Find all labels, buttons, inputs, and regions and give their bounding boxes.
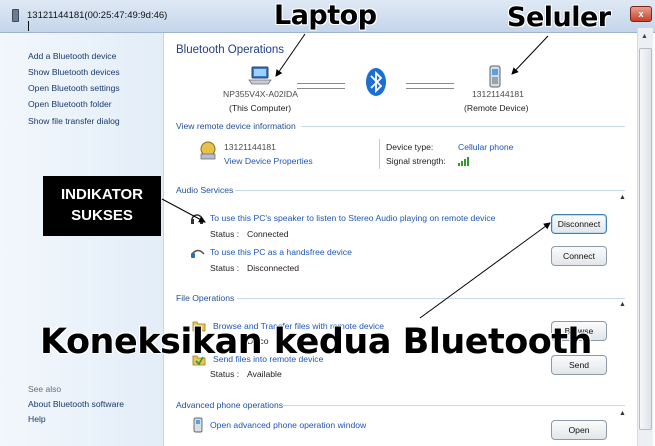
computer-role: (This Computer): [229, 103, 292, 113]
connect-button[interactable]: Connect: [551, 246, 607, 266]
group-divider: [283, 405, 625, 406]
group-divider: [237, 298, 625, 299]
device-type-value: Cellular phone: [458, 142, 514, 152]
main-panel: Bluetooth Operations NP355V4X-A02IDA (Th…: [165, 33, 635, 446]
connection-line-left: [297, 83, 345, 89]
sidebar-item-folder[interactable]: Open Bluetooth folder: [28, 99, 112, 109]
stereo-status-value: Connected: [247, 229, 289, 239]
stereo-status-label: Status :: [210, 229, 240, 239]
remote-role: (Remote Device): [464, 103, 529, 113]
connect-caption: Koneksikan kedua Bluetooth: [40, 322, 592, 362]
scroll-thumb[interactable]: [639, 48, 652, 430]
signal-strength-icon: [458, 157, 469, 166]
open-phone-operations-link[interactable]: Open advanced phone operation window: [210, 420, 366, 430]
handsfree-status-value: Disconnected: [247, 263, 300, 273]
cellphone-icon: [489, 65, 501, 88]
stereo-audio-link[interactable]: To use this PC's speaker to listen to St…: [210, 213, 495, 223]
remote-info-group-title: View remote device information: [176, 121, 296, 131]
sidebar: Add a Bluetooth device Show Bluetooth de…: [0, 33, 164, 446]
page-title: Bluetooth Operations: [176, 44, 285, 56]
sidebar-item-about[interactable]: About Bluetooth software: [28, 399, 124, 409]
file-operations-group-title: File Operations: [176, 293, 235, 303]
open-button[interactable]: Open: [551, 420, 607, 440]
sidebar-item-add-device[interactable]: Add a Bluetooth device: [28, 51, 116, 61]
view-device-properties-link[interactable]: View Device Properties: [224, 156, 313, 166]
computer-name: NP355V4X-A02IDA: [223, 89, 298, 99]
success-indicator-badge: INDIKATOR SUKSES: [43, 176, 161, 236]
text-cursor: [28, 21, 29, 31]
audio-services-group-title: Audio Services: [176, 185, 234, 195]
sidebar-item-settings[interactable]: Open Bluetooth settings: [28, 83, 120, 93]
badge-line-2: SUKSES: [71, 207, 133, 224]
phone-operations-group-title: Advanced phone operations: [176, 400, 284, 410]
headphones-icon: [191, 214, 203, 224]
send-status-value: Available: [247, 369, 282, 379]
phone-icon: [12, 9, 19, 22]
close-button[interactable]: x: [630, 6, 652, 22]
device-name: 13121144181: [224, 142, 276, 152]
window-title: 13121144181(00:25:47:49:9d:46): [27, 10, 168, 21]
collapse-chevron-icon[interactable]: ▲: [619, 194, 626, 201]
see-also-title: See also: [28, 384, 62, 394]
send-status-label: Status :: [210, 369, 240, 379]
badge-line-1: INDIKATOR: [61, 186, 143, 203]
group-divider: [301, 126, 625, 127]
sidebar-item-help[interactable]: Help: [28, 414, 46, 424]
sidebar-item-file-transfer[interactable]: Show file transfer dialog: [28, 116, 120, 126]
collapse-chevron-icon[interactable]: ▲: [619, 410, 626, 417]
cellular-annotation: Seluler: [507, 2, 611, 33]
laptop-annotation: Laptop: [274, 0, 377, 31]
collapse-chevron-icon[interactable]: ▲: [619, 301, 626, 308]
sidebar-item-show-devices[interactable]: Show Bluetooth devices: [28, 67, 120, 77]
connection-line-right: [406, 83, 454, 89]
signal-strength-label: Signal strength:: [386, 156, 446, 166]
group-divider: [235, 190, 625, 191]
laptop-icon: [248, 66, 272, 85]
disconnect-button[interactable]: Disconnect: [551, 214, 607, 234]
info-divider: [379, 139, 380, 169]
device-properties-icon: [200, 141, 216, 160]
bluetooth-icon: [366, 68, 386, 96]
headset-icon: [191, 249, 205, 258]
handsfree-status-label: Status :: [210, 263, 240, 273]
device-type-label: Device type:: [386, 142, 434, 152]
phone-icon: [193, 417, 203, 433]
handsfree-link[interactable]: To use this PC as a handsfree device: [210, 247, 352, 257]
scroll-up-icon[interactable]: ▲: [638, 33, 651, 45]
remote-name: 13121144181: [472, 89, 524, 99]
